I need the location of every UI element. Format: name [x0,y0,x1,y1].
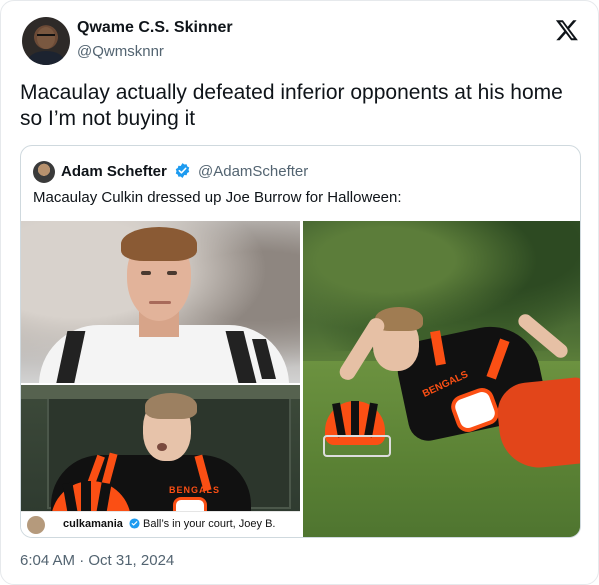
quote-author-name[interactable]: Adam Schefter [61,163,167,180]
caption-text: Ball’s in your court, Joey B. [143,518,276,530]
author-avatar[interactable] [22,17,70,65]
caption-username: culkamania [63,518,123,530]
quote-author-handle[interactable]: @AdamSchefter [198,163,308,180]
verified-badge-icon [129,518,140,529]
photo-macaulay-jersey[interactable]: BENGALS [21,385,300,511]
author-handle[interactable]: @Qwmsknnr [77,43,164,60]
jersey-text: BENGALS [169,485,221,495]
tweet-card: Qwame C.S. Skinner @Qwmsknnr Macaulay ac… [0,0,599,585]
x-logo-icon[interactable] [555,18,579,42]
tweet-timestamp[interactable]: 6:04 AM · Oct 31, 2024 [20,552,174,569]
quote-text: Macaulay Culkin dressed up Joe Burrow fo… [33,189,402,206]
tweet-text: Macaulay actually defeated inferior oppo… [20,81,563,130]
verified-badge-icon [175,163,190,178]
image-caption-bar: culkamania Ball’s in your court, Joey B. [21,511,300,537]
caption-avatar [27,516,45,534]
quoted-tweet[interactable]: Adam Schefter @AdamSchefter Macaulay Cul… [20,145,581,538]
photo-macaulay-lying-grass[interactable]: BENGALS [303,221,580,537]
quote-author-avatar[interactable] [33,161,55,183]
author-name[interactable]: Qwame C.S. Skinner [77,19,233,37]
photo-joe-burrow[interactable] [21,221,300,383]
